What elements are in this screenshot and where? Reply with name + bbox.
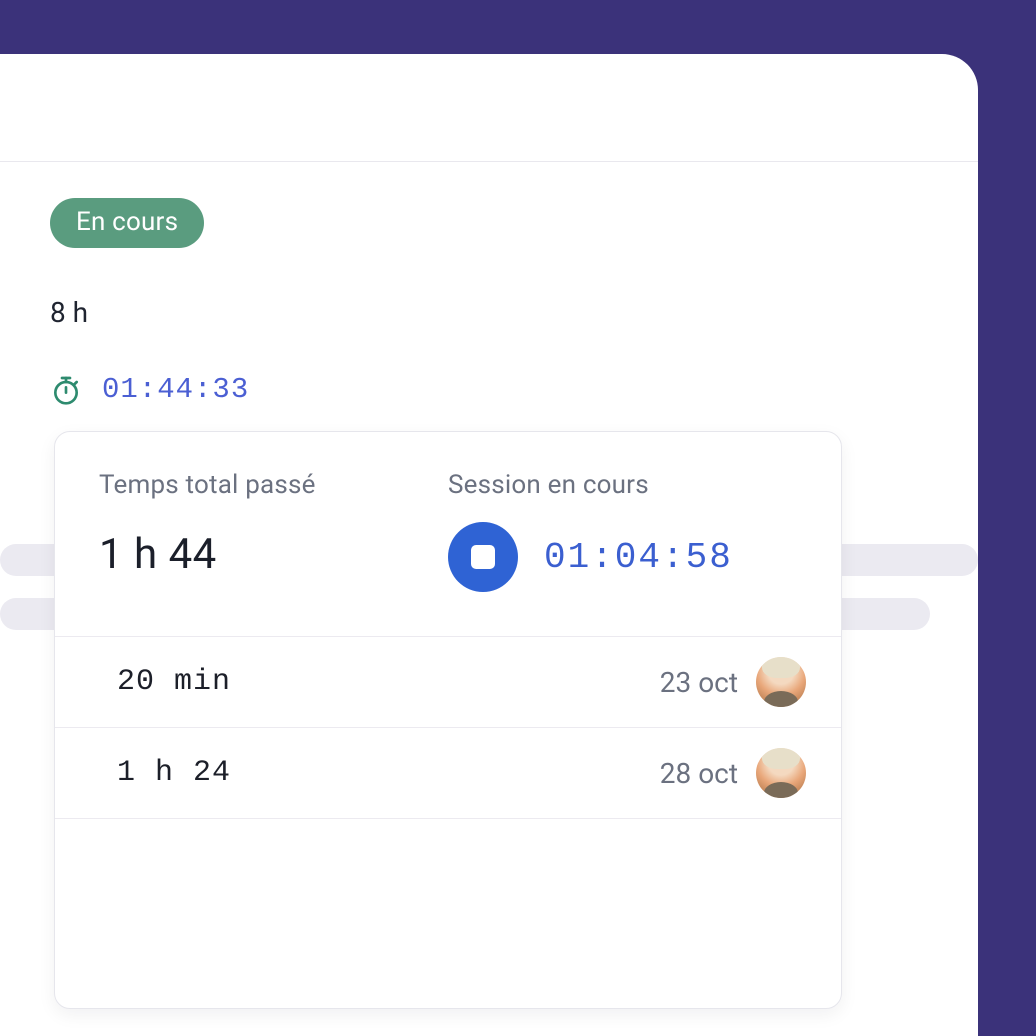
entry-date: 23 oct <box>660 666 738 699</box>
session-entry[interactable]: 20 min 23 oct <box>55 636 841 727</box>
time-tracking-popover: Temps total passé 1 h 44 Session en cour… <box>54 431 842 1009</box>
timer-row[interactable]: 01:44:33 <box>50 373 950 406</box>
header-divider <box>0 161 978 162</box>
current-session-column: Session en cours 01:04:58 <box>448 470 797 592</box>
status-badge: En cours <box>50 198 204 248</box>
entry-duration: 1 h 24 <box>117 756 231 790</box>
total-time-label: Temps total passé <box>99 470 448 500</box>
popover-header: Temps total passé 1 h 44 Session en cour… <box>55 432 841 636</box>
stopwatch-icon <box>50 374 82 406</box>
total-time-column: Temps total passé 1 h 44 <box>99 470 448 592</box>
elapsed-time: 01:44:33 <box>102 373 249 406</box>
popover-empty-area <box>55 818 841 1008</box>
stop-icon <box>471 545 495 569</box>
content-area: En cours 8 h 01:44:33 <box>50 198 950 406</box>
session-history-list: 20 min 23 oct 1 h 24 28 oct <box>55 636 841 818</box>
user-avatar <box>756 748 806 798</box>
session-controls: 01:04:58 <box>448 522 797 592</box>
user-avatar <box>756 657 806 707</box>
total-time-value: 1 h 44 <box>99 530 448 579</box>
current-session-label: Session en cours <box>448 470 797 500</box>
entry-date: 28 oct <box>660 757 738 790</box>
entry-duration: 20 min <box>117 665 231 699</box>
entry-meta: 23 oct <box>660 657 806 707</box>
current-session-value: 01:04:58 <box>544 537 733 578</box>
session-entry[interactable]: 1 h 24 28 oct <box>55 727 841 818</box>
planned-duration: 8 h <box>50 296 950 329</box>
app-panel: En cours 8 h 01:44:33 Temps total passé … <box>0 54 978 1036</box>
stop-session-button[interactable] <box>448 522 518 592</box>
entry-meta: 28 oct <box>660 748 806 798</box>
